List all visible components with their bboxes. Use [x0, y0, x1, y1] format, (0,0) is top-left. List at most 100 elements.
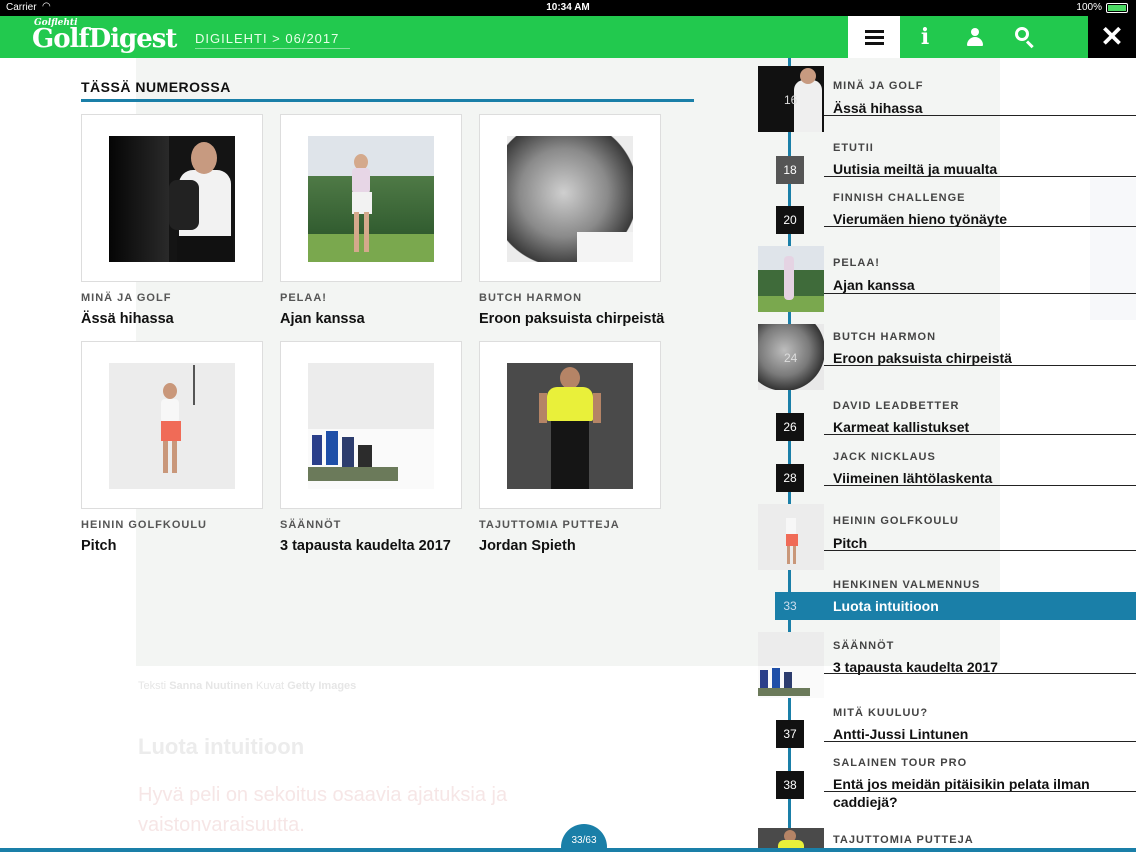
- article-title: Luota intuitioon: [138, 734, 305, 759]
- issue-card[interactable]: [280, 341, 462, 509]
- card-category: TAJUTTOMIA PUTTEJA: [479, 519, 620, 531]
- toc-title: Pitch: [833, 535, 868, 551]
- article-lead: Hyvä peli on sekoitus osaavia ajatuksia …: [138, 784, 508, 836]
- toc-divider: [824, 115, 1136, 116]
- toc-page-number: 38: [776, 771, 804, 799]
- close-button[interactable]: ✕: [1088, 16, 1136, 58]
- card-image: [308, 363, 434, 489]
- toc-page-number: 37: [776, 720, 804, 748]
- toc-title: Eroon paksuista chirpeistä: [833, 350, 1012, 366]
- toc-title: Entä jos meidän pitäisikin pelata ilman: [833, 776, 1090, 792]
- toc-title: Antti-Jussi Lintunen: [833, 726, 969, 742]
- issue-card-text: TAJUTTOMIA PUTTEJA Jordan Spieth: [479, 519, 669, 554]
- toc-page-number: 28: [776, 464, 804, 492]
- app-header: Golflehti GolfDigest DIGILEHTI > 06/2017…: [0, 16, 1136, 58]
- card-image: [308, 136, 434, 262]
- toc-title: Ajan kanssa: [833, 277, 915, 293]
- contents-divider: [81, 99, 694, 102]
- issue-card-text: MINÄ JA GOLF Ässä hihassa: [81, 292, 271, 327]
- toc-category: SALAINEN TOUR PRO: [833, 757, 968, 769]
- toc-title-continued: caddiejä?: [833, 794, 898, 810]
- toc-category: ETUTII: [833, 142, 874, 154]
- toc-page-number: 26: [776, 413, 804, 441]
- card-image: [109, 363, 235, 489]
- card-title[interactable]: Ässä hihassa: [81, 311, 271, 327]
- card-category: MINÄ JA GOLF: [81, 292, 172, 304]
- toc-divider: [824, 485, 1136, 486]
- toc-divider: [824, 226, 1136, 227]
- search-icon: [1015, 27, 1035, 49]
- battery-icon: [1106, 3, 1128, 13]
- toc-divider: [824, 293, 1136, 294]
- article-credit: Teksti Sanna Nuutinen Kuvat Getty Images: [138, 680, 357, 692]
- toc-title: Uutisia meiltä ja muualta: [833, 161, 998, 177]
- toc-category: FINNISH CHALLENGE: [833, 192, 966, 204]
- toc-thumbnail: [758, 246, 824, 312]
- toc-title: Luota intuitioon: [833, 598, 939, 614]
- user-icon: [966, 28, 984, 46]
- toc-title: Viimeinen lähtölaskenta: [833, 470, 993, 486]
- toc-category: BUTCH HARMON: [833, 331, 937, 343]
- user-button[interactable]: [950, 16, 1000, 58]
- breadcrumb[interactable]: DIGILEHTI > 06/2017: [195, 31, 339, 46]
- active-highlight: [775, 592, 1136, 620]
- card-category: PELAA!: [280, 292, 327, 304]
- card-category: SÄÄNNÖT: [280, 519, 342, 531]
- toc-divider: [824, 434, 1136, 435]
- issue-card-text: PELAA! Ajan kanssa: [280, 292, 470, 327]
- close-icon: ✕: [1100, 21, 1124, 52]
- toc-divider: [824, 741, 1136, 742]
- status-bar: Carrier ◠ 10:34 AM 100%: [0, 0, 1136, 16]
- toc-divider: [824, 550, 1136, 551]
- toc-thumbnail: [758, 632, 824, 698]
- card-category: BUTCH HARMON: [479, 292, 583, 304]
- toc-title: Karmeat kallistukset: [833, 419, 970, 435]
- issue-card[interactable]: [280, 114, 462, 282]
- toc-page-number: 33: [783, 599, 797, 613]
- toc-divider: [824, 176, 1136, 177]
- battery-percentage: 100%: [1076, 2, 1102, 13]
- card-image: [507, 136, 633, 262]
- logo-text: GolfDigest: [32, 24, 177, 54]
- toc-title: Ässä hihassa: [833, 100, 923, 116]
- menu-button[interactable]: [848, 16, 900, 58]
- card-title[interactable]: Jordan Spieth: [479, 538, 669, 554]
- card-title[interactable]: Pitch: [81, 538, 271, 554]
- issue-card-text: HEININ GOLFKOULU Pitch: [81, 519, 271, 554]
- toc-category: JACK NICKLAUS: [833, 451, 936, 463]
- toc-page-number: 18: [776, 156, 804, 184]
- toc-divider: [824, 365, 1136, 366]
- card-title[interactable]: Ajan kanssa: [280, 311, 470, 327]
- issue-card[interactable]: [479, 341, 661, 509]
- card-image: [507, 363, 633, 489]
- contents-heading: TÄSSÄ NUMEROSSA: [81, 79, 231, 95]
- card-category: HEININ GOLFKOULU: [81, 519, 207, 531]
- toc-page-number: 20: [776, 206, 804, 234]
- toc-category: HENKINEN VALMENNUS: [833, 579, 981, 591]
- toc-page-number: 16: [784, 93, 798, 107]
- issue-card-text: BUTCH HARMON Eroon paksuista chirpeistä: [479, 292, 669, 327]
- search-button[interactable]: [1000, 16, 1050, 58]
- toc-page-number: 24: [784, 351, 798, 365]
- toc-category: TAJUTTOMIA PUTTEJA: [833, 834, 974, 846]
- toc-category: SÄÄNNÖT: [833, 640, 895, 652]
- toc-category: HEININ GOLFKOULU: [833, 515, 959, 527]
- toc-title: Vierumäen hieno työnäyte: [833, 211, 1008, 227]
- info-icon: i: [920, 24, 930, 50]
- toc-thumbnail: [758, 504, 824, 570]
- card-title[interactable]: Eroon paksuista chirpeistä: [479, 311, 669, 327]
- issue-card[interactable]: [479, 114, 661, 282]
- toc-category: DAVID LEADBETTER: [833, 400, 960, 412]
- breadcrumb-underline: [195, 48, 350, 49]
- card-title[interactable]: 3 tapausta kaudelta 2017: [280, 538, 470, 554]
- info-button[interactable]: i: [900, 16, 950, 58]
- issue-card[interactable]: [81, 114, 263, 282]
- issue-card[interactable]: [81, 341, 263, 509]
- toc-divider: [824, 673, 1136, 674]
- toc-category: MINÄ JA GOLF: [833, 80, 924, 92]
- table-of-contents: 16 MINÄ JA GOLF Ässä hihassa 18 ETUTII U…: [758, 58, 1136, 852]
- toc-category: MITÄ KUULUU?: [833, 707, 929, 719]
- clock: 10:34 AM: [546, 2, 590, 13]
- card-image: [109, 136, 235, 262]
- hamburger-menu-icon: [864, 27, 884, 48]
